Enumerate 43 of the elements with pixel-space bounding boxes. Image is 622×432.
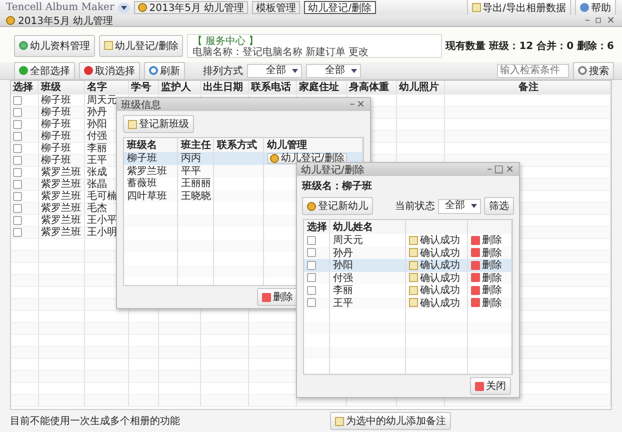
column-header: 幼儿照片 <box>397 81 445 94</box>
table-cell: 柳子班 <box>39 155 85 166</box>
info-text: 电脑名称：登记电脑名称 新建订单 更改 <box>192 46 370 58</box>
column-header: 学号 <box>129 81 159 94</box>
info-title: 【 服务中心 】 <box>192 36 260 46</box>
column-header: 名字 <box>85 81 129 94</box>
table-cell: 柳子班 <box>39 143 85 154</box>
column-header: 联系电话 <box>249 81 297 94</box>
table-cell: 柳子班 <box>39 131 85 142</box>
dialog-title: 幼儿登记/删除 <box>301 164 364 176</box>
column-header: 幼儿姓名 <box>330 220 406 234</box>
table-cell: 付强 <box>330 272 406 284</box>
table-cell: 王平 <box>330 296 406 309</box>
table-cell: 平平 <box>178 164 214 177</box>
table-cell: 柳子班 <box>39 119 85 130</box>
column-header: 身高体重 <box>347 81 397 94</box>
table-cell: 王晓晓 <box>178 190 214 202</box>
column-header: 班级 <box>39 81 85 94</box>
column-header: 选择 <box>304 220 330 234</box>
window-subtitle: 2013年5月 幼儿管理 <box>18 14 113 28</box>
table-cell: 柳子班 <box>39 107 85 118</box>
table-cell: 四叶草班 <box>124 190 178 202</box>
table-cell: 紫罗兰班 <box>39 227 85 238</box>
column-header: 家庭住址 <box>297 81 347 94</box>
table-cell: 紫罗兰班 <box>39 203 85 214</box>
table-cell: 柳子班 <box>39 95 85 106</box>
window-title: Tencell Album Maker <box>6 2 114 13</box>
table-cell: 紫罗兰班 <box>39 167 85 178</box>
column-header: 备注 <box>445 81 611 94</box>
status-text: 目前不能使用一次生成多个相册的功能 <box>10 414 180 428</box>
status-label: 当前状态 <box>395 200 435 213</box>
dropdown-value: 全部 <box>325 64 345 76</box>
table-cell: 紫罗兰班 <box>39 191 85 202</box>
sort-label: 排列方式 <box>203 64 243 78</box>
column-header: 监护人 <box>159 81 201 94</box>
column-header: 选择 <box>11 81 39 94</box>
summary-text: 现有数量 班级：12 合并：0 删除：6 <box>446 39 614 52</box>
dropdown-value: 全部 <box>445 200 465 212</box>
dropdown-value: 全部 <box>266 64 286 76</box>
column-header: 出生日期 <box>201 81 249 94</box>
table-cell: 紫罗兰班 <box>39 179 85 190</box>
table-cell: 紫罗兰班 <box>124 164 178 177</box>
table-cell: 紫罗兰班 <box>39 215 85 226</box>
